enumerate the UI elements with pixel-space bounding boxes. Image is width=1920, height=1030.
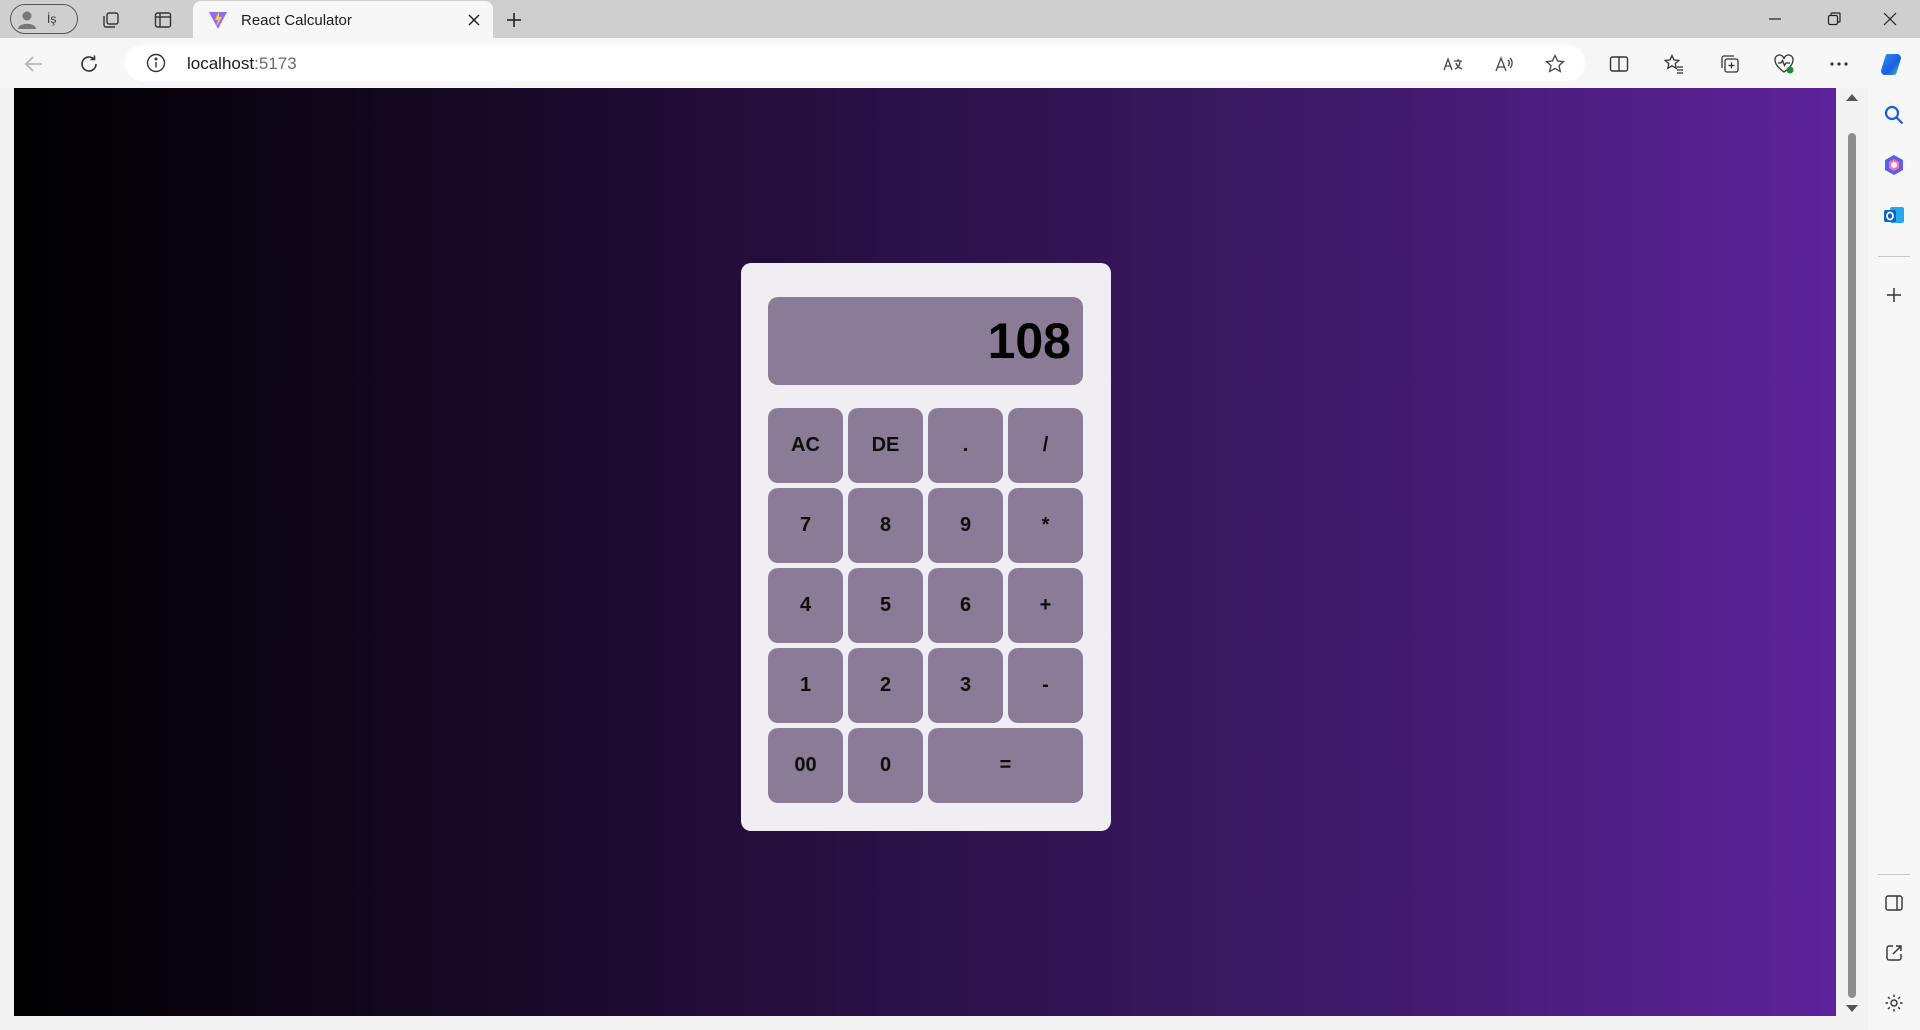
key-7[interactable]: 7 [768, 488, 843, 563]
edge-sidebar [1868, 88, 1920, 1030]
key-double-zero[interactable]: 00 [768, 728, 843, 803]
url-host: localhost [187, 54, 255, 73]
more-icon[interactable] [1825, 50, 1853, 78]
browser-toolbar: localhost:5173 [0, 38, 1920, 88]
collections-icon[interactable] [1716, 50, 1744, 78]
key-add[interactable]: + [1008, 568, 1083, 643]
vite-logo-icon [209, 11, 227, 29]
browser-essentials-icon[interactable] [1770, 50, 1798, 78]
page-scrollbar[interactable] [1840, 88, 1864, 1016]
refresh-icon[interactable] [75, 50, 103, 78]
display-value: 108 [987, 313, 1071, 369]
favorites-icon[interactable] [1660, 50, 1688, 78]
key-9[interactable]: 9 [928, 488, 1003, 563]
url-text[interactable]: localhost:5173 [187, 54, 297, 74]
restore-icon[interactable] [1806, 0, 1862, 38]
open-external-icon[interactable] [1880, 939, 1908, 967]
vertical-tabs-icon[interactable] [150, 7, 176, 33]
window-close-icon[interactable] [1862, 0, 1918, 38]
keypad: AC DE . / 7 8 9 * 4 5 6 + 1 2 3 - 00 0 = [768, 408, 1083, 803]
tab-react-calculator[interactable]: React Calculator [193, 1, 493, 39]
outlook-icon[interactable] [1880, 201, 1908, 229]
info-icon[interactable] [145, 52, 167, 74]
add-icon[interactable] [1880, 281, 1908, 309]
key-multiply[interactable]: * [1008, 488, 1083, 563]
search-icon[interactable] [1880, 101, 1908, 129]
tab-title: React Calculator [241, 11, 352, 29]
scroll-down-arrow-icon[interactable] [1846, 1005, 1858, 1012]
favorite-star-icon[interactable] [1542, 51, 1568, 77]
split-screen-icon[interactable] [1605, 50, 1633, 78]
sidebar-divider [1878, 256, 1910, 257]
scroll-up-arrow-icon[interactable] [1846, 94, 1858, 101]
address-bar[interactable]: localhost:5173 [125, 45, 1585, 81]
url-port: :5173 [254, 54, 297, 73]
key-divide[interactable]: / [1008, 408, 1083, 483]
workspaces-icon[interactable] [98, 7, 124, 33]
key-0[interactable]: 0 [848, 728, 923, 803]
key-equals[interactable]: = [928, 728, 1083, 803]
settings-icon[interactable] [1880, 989, 1908, 1017]
sidebar-divider [1878, 874, 1910, 875]
key-2[interactable]: 2 [848, 648, 923, 723]
key-1[interactable]: 1 [768, 648, 843, 723]
scroll-thumb[interactable] [1848, 133, 1856, 998]
calculator-panel: 108 AC DE . / 7 8 9 * 4 5 6 + 1 2 3 - 00… [741, 263, 1111, 831]
key-5[interactable]: 5 [848, 568, 923, 643]
key-decimal[interactable]: . [928, 408, 1003, 483]
window-bottom-border [0, 1016, 1868, 1030]
key-all-clear[interactable]: AC [768, 408, 843, 483]
key-8[interactable]: 8 [848, 488, 923, 563]
tab-strip: İş React Calculator [0, 0, 1920, 39]
back-icon[interactable] [20, 50, 48, 78]
key-4[interactable]: 4 [768, 568, 843, 643]
page-viewport: 108 AC DE . / 7 8 9 * 4 5 6 + 1 2 3 - 00… [14, 88, 1836, 1016]
close-icon[interactable] [463, 9, 485, 31]
key-subtract[interactable]: - [1008, 648, 1083, 723]
profile-button[interactable]: İş [10, 4, 78, 34]
profile-label: İş [47, 12, 57, 26]
copilot-icon[interactable] [1878, 50, 1906, 78]
calculator-display: 108 [768, 297, 1083, 385]
key-delete[interactable]: DE [848, 408, 923, 483]
copilot-apps-icon[interactable] [1880, 151, 1908, 179]
read-aloud-icon[interactable] [1491, 51, 1517, 77]
minimize-icon[interactable] [1747, 0, 1803, 38]
profile-icon [18, 11, 36, 29]
plus-icon[interactable] [500, 6, 528, 34]
key-6[interactable]: 6 [928, 568, 1003, 643]
translate-icon[interactable] [1440, 51, 1466, 77]
sidebar-toggle-icon[interactable] [1880, 889, 1908, 917]
key-3[interactable]: 3 [928, 648, 1003, 723]
